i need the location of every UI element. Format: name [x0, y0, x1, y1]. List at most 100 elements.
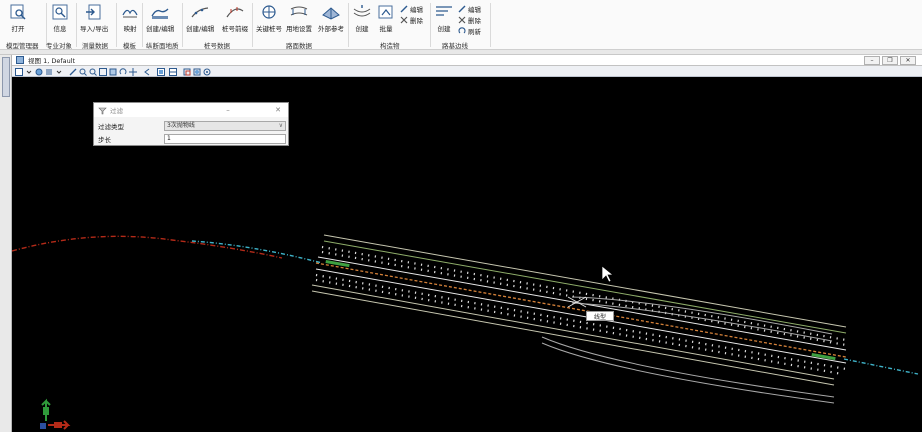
group-label-stake: 桩号数据	[204, 42, 230, 50]
ribbon-separator	[490, 3, 491, 47]
levels-button[interactable]	[44, 67, 53, 76]
road-lane-line-2	[315, 268, 847, 364]
group-label-road-data: 路面数据	[286, 42, 312, 50]
view-previous-icon	[143, 68, 149, 75]
window-area-icon	[98, 67, 107, 76]
map-icon	[120, 2, 140, 22]
side-panel	[0, 55, 12, 432]
zoom-out-button[interactable]	[88, 67, 97, 76]
minimize-icon: –	[870, 57, 874, 64]
fit-view-button[interactable]	[108, 67, 117, 76]
pan-view-button[interactable]	[128, 67, 137, 76]
green-station-marker	[325, 260, 350, 268]
ribbon-separator	[76, 3, 77, 47]
road-outer-edge-bottom-2	[311, 290, 835, 386]
clip-mask-icon	[193, 68, 200, 75]
map-button[interactable]: 映射	[120, 2, 140, 33]
axis-triad-icon	[40, 398, 71, 430]
mouse-cursor-icon	[601, 265, 614, 283]
step-input[interactable]: 1	[164, 134, 286, 144]
close-icon	[400, 16, 408, 24]
ribbon-separator	[182, 3, 183, 47]
diverge-line-bottom	[541, 336, 835, 398]
lane-dash-row	[315, 278, 843, 376]
zoom-in-button[interactable]	[78, 67, 87, 76]
filter-type-value: 3次抛物线	[167, 122, 195, 129]
display-style-button[interactable]	[34, 67, 43, 76]
camera-button[interactable]	[202, 67, 211, 76]
delete-button-2[interactable]: 删除	[458, 15, 481, 25]
ribbon-separator	[348, 3, 349, 47]
view-attributes-button[interactable]	[14, 67, 23, 76]
create-edit-icon-2	[190, 2, 210, 22]
batch-button[interactable]: 批量	[376, 2, 396, 33]
dropdown-button[interactable]	[54, 67, 63, 76]
pencil-icon	[69, 68, 76, 75]
restore-button[interactable]: ❐	[882, 56, 898, 65]
group-label-specialty: 专业对象	[46, 42, 72, 50]
create-edit-button-1[interactable]: 创建/编辑	[146, 2, 174, 33]
group-label-subgrade: 路基边线	[442, 42, 468, 50]
element-tooltip: 线型	[586, 311, 614, 321]
filter-type-select[interactable]: 3次抛物线 ∨	[164, 121, 286, 131]
camera-icon	[203, 68, 210, 75]
road-outer-edge-top-inner	[323, 240, 847, 334]
window-area-button[interactable]	[98, 67, 107, 76]
step-label: 步长	[98, 136, 111, 144]
rotate-view-button[interactable]	[118, 67, 127, 76]
chevron-down-icon: ∨	[278, 122, 283, 129]
lane-dash-row	[321, 245, 847, 342]
edit-button-1[interactable]: 编辑	[400, 4, 423, 14]
rotate-view-icon	[119, 67, 126, 74]
road-corridor	[311, 234, 847, 404]
open-icon	[8, 2, 28, 22]
update-view-button[interactable]	[68, 67, 77, 76]
group-label-survey: 测量数据	[82, 42, 108, 50]
land-setting-button[interactable]: 用地设置	[286, 2, 312, 33]
create-edit-button-2[interactable]: 创建/编辑	[186, 2, 214, 33]
dialog-minimize-button[interactable]: –	[222, 105, 234, 115]
group-label-model-manager: 模型管理器	[6, 42, 39, 50]
refresh-button[interactable]: 刷新	[458, 26, 481, 36]
display-style-icon	[35, 68, 42, 75]
view-previous-button[interactable]	[142, 67, 151, 76]
view-toggles-button[interactable]	[168, 67, 177, 76]
clip-mask-button[interactable]	[192, 67, 201, 76]
filter-type-label: 过滤类型	[98, 123, 124, 131]
create-icon-3	[352, 2, 372, 22]
side-panel-tab[interactable]	[2, 57, 10, 97]
batch-icon	[376, 2, 396, 22]
dropdown-button[interactable]	[24, 67, 33, 76]
external-ref-button[interactable]: 外部参考	[318, 2, 344, 33]
group-label-template: 模板	[123, 42, 136, 50]
land-setting-icon	[289, 2, 309, 22]
zoom-out-icon	[89, 68, 97, 76]
minimize-button[interactable]: –	[864, 56, 880, 65]
stake-front-button[interactable]: 桩号前缀	[222, 2, 248, 33]
copy-view-button[interactable]	[156, 67, 165, 76]
chevron-down-icon	[26, 70, 31, 74]
view-title: 视图 1, Default	[28, 57, 76, 65]
road-outer-edge-top	[323, 234, 847, 328]
open-button[interactable]: 打开	[8, 2, 28, 33]
chevron-down-icon	[56, 70, 61, 74]
filter-dialog-title: 过滤	[110, 107, 123, 115]
view-toolbar	[12, 66, 922, 77]
import-export-button[interactable]: 导入/导出	[80, 2, 108, 33]
delete-button-1[interactable]: 删除	[400, 15, 423, 25]
dialog-close-button[interactable]: ✕	[272, 105, 284, 115]
close-button[interactable]: ✕	[900, 56, 916, 65]
clip-volume-button[interactable]	[182, 67, 191, 76]
edit-button-2[interactable]: 编辑	[458, 4, 481, 14]
info-button[interactable]: 信息	[50, 2, 70, 33]
group-label-profile: 纵断面地质	[146, 42, 179, 50]
import-export-icon	[84, 2, 104, 22]
key-stake-icon	[259, 2, 279, 22]
ribbon-separator	[252, 3, 253, 47]
ribbon-separator	[430, 3, 431, 47]
filter-dialog-title-bar[interactable]: 过滤 – ✕	[94, 103, 288, 117]
create-button-4[interactable]: 创建	[434, 2, 454, 33]
key-stake-button[interactable]: 关键桩号	[256, 2, 282, 33]
create-button-3[interactable]: 创建	[352, 2, 372, 33]
filter-dialog: 过滤 – ✕ 过滤类型 3次抛物线 ∨ 步长 1	[93, 102, 289, 146]
